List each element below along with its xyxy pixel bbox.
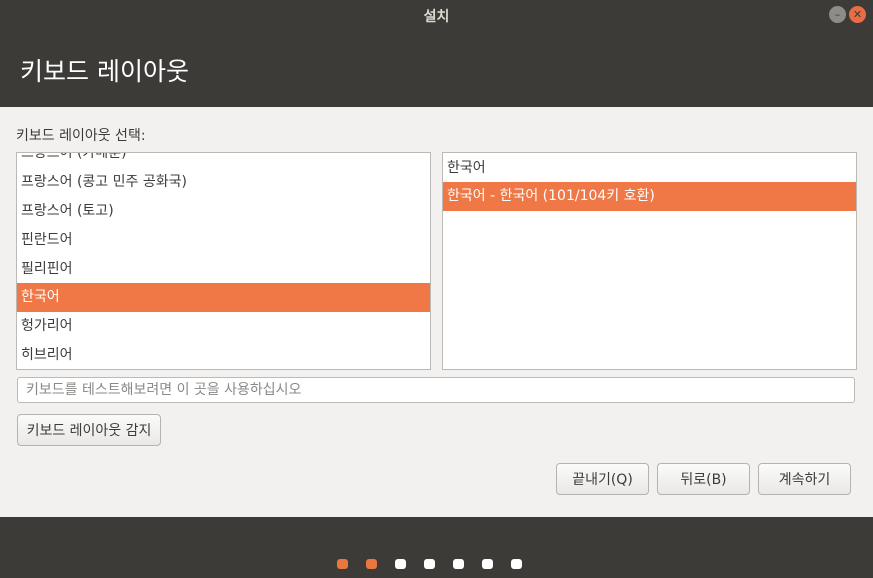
progress-dot-complete — [366, 559, 377, 569]
variant-list-item[interactable]: 한국어 — [443, 154, 856, 183]
close-button[interactable]: ✕ — [849, 6, 866, 23]
page-header: 키보드 레이아웃 — [0, 30, 873, 107]
page-title: 키보드 레이아웃 — [20, 57, 189, 86]
close-icon: ✕ — [852, 8, 863, 21]
back-button[interactable]: 뒤로(B) — [657, 463, 750, 495]
variant-list[interactable]: 한국어 한국어 - 한국어 (101/104키 호환) — [442, 152, 857, 370]
layout-list[interactable]: 프랑스어 (카메룬) 프랑스어 (콩고 민주 공화국) 프랑스어 (토고) 핀란… — [16, 152, 431, 370]
quit-button[interactable]: 끝내기(Q) — [556, 463, 649, 495]
minimize-button[interactable]: – — [829, 6, 846, 23]
layout-list-item-selected[interactable]: 한국어 — [17, 283, 430, 312]
layout-list-item[interactable]: 프랑스어 (토고) — [17, 197, 430, 226]
title-bar: 설치 – ✕ — [0, 0, 873, 30]
layout-list-item[interactable]: 프랑스어 (카메룬) — [17, 153, 430, 168]
layout-list-item[interactable]: 프랑스어 (콩고 민주 공화국) — [17, 168, 430, 197]
layout-list-item[interactable]: 필리핀어 — [17, 255, 430, 284]
window-title: 설치 — [423, 9, 450, 25]
progress-dot-complete — [337, 559, 348, 569]
progress-dot — [482, 559, 493, 569]
layout-select-label: 키보드 레이아웃 선택: — [16, 128, 146, 144]
progress-dot — [395, 559, 406, 569]
progress-dot — [453, 559, 464, 569]
layout-list-item[interactable]: 헝가리어 — [17, 312, 430, 341]
minimize-icon: – — [834, 8, 841, 21]
continue-button[interactable]: 계속하기 — [758, 463, 851, 495]
progress-dot — [511, 559, 522, 569]
layout-list-item[interactable]: 핀란드어 — [17, 226, 430, 255]
footer — [0, 517, 873, 578]
main-content: 키보드 레이아웃 선택: 프랑스어 (카메룬) 프랑스어 (콩고 민주 공화국)… — [0, 107, 873, 517]
layout-list-item[interactable]: 히브리어 — [17, 341, 430, 369]
keyboard-test-input[interactable] — [17, 377, 855, 403]
detect-layout-button[interactable]: 키보드 레이아웃 감지 — [17, 414, 161, 446]
progress-dot — [424, 559, 435, 569]
variant-list-item-selected[interactable]: 한국어 - 한국어 (101/104키 호환) — [443, 182, 856, 211]
